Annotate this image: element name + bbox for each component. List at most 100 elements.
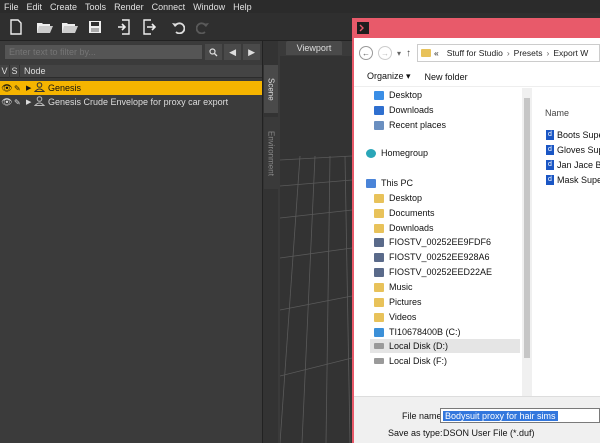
nav-item-label: Local Disk (F:) [389, 356, 448, 366]
crumb-export[interactable]: Export W [553, 48, 588, 58]
redo-icon[interactable] [192, 16, 214, 38]
nav-item-drive-f[interactable]: Local Disk (F:) [374, 354, 447, 368]
arrow-right-icon[interactable]: ▶ [243, 44, 260, 60]
nav-item-documents[interactable]: Documents [374, 206, 435, 220]
nav-item-pc-desktop[interactable]: Desktop [374, 191, 422, 205]
nav-item-label: FIOSTV_00252EED22AE [389, 267, 493, 277]
filter-input[interactable] [4, 44, 204, 60]
command-bar: Organize ▾ New folder [354, 67, 600, 87]
column-visible[interactable]: V [0, 64, 10, 78]
crumb-presets[interactable]: Presets [514, 48, 543, 58]
bone-icon[interactable]: ✎ [14, 84, 26, 93]
duf-file-icon: d [546, 144, 554, 155]
folder-icon [421, 49, 432, 57]
nav-item-pictures[interactable]: Pictures [374, 295, 422, 309]
crumb-overflow[interactable]: « [434, 48, 439, 58]
tab-environment[interactable]: Environment [264, 117, 278, 189]
nav-item-this-pc[interactable]: This PC [366, 176, 413, 190]
nav-item-recent[interactable]: Recent places [374, 118, 446, 132]
drive-icon [374, 358, 384, 364]
new-file-icon[interactable] [5, 16, 27, 38]
menu-tools[interactable]: Tools [85, 2, 106, 12]
save-type-label: Save as type: [388, 428, 443, 438]
nav-item-label: Local Disk (D:) [389, 341, 449, 351]
nav-item-desktop[interactable]: Desktop [374, 88, 422, 102]
expand-arrow-icon[interactable]: ▶ [26, 98, 34, 106]
filter-row: ◀ ▶ [4, 44, 260, 60]
recent-dropdown-icon[interactable]: ▾ [397, 49, 401, 58]
eye-icon[interactable]: 👁 [0, 97, 14, 108]
list-item[interactable]: d Boots Supe [546, 128, 600, 141]
up-icon[interactable]: ↑ [406, 48, 411, 59]
nav-item-videos[interactable]: Videos [374, 310, 416, 324]
address-box[interactable]: « Stuff for Studio › Presets › Export W [417, 44, 600, 62]
tree-row-genesis[interactable]: 👁 ✎ ▶ Genesis [0, 81, 262, 95]
export-icon[interactable] [138, 16, 160, 38]
nav-item-label: Videos [389, 312, 417, 322]
nav-item-label: This PC [381, 178, 414, 188]
crumb-stuff[interactable]: Stuff for Studio [447, 48, 503, 58]
windows-drive-icon [374, 327, 384, 337]
eye-icon[interactable]: 👁 [0, 83, 14, 94]
expand-arrow-icon[interactable]: ▶ [26, 84, 34, 92]
list-item[interactable]: d Gloves Sup [546, 143, 600, 156]
save-type-select[interactable]: DSON User File (*.duf) [440, 426, 600, 440]
tree-row-envelope[interactable]: 👁 ✎ ▶ Genesis Crude Envelope for proxy c… [0, 95, 262, 109]
save-icon[interactable] [84, 16, 106, 38]
list-item[interactable]: d Jan Jace Bo [546, 158, 600, 171]
duf-file-icon: d [546, 174, 554, 185]
nav-item-drive-d[interactable]: Local Disk (D:) [370, 339, 520, 353]
nav-item-label: FIOSTV_00252EE9FDF6 [389, 237, 492, 247]
list-item[interactable]: d Mask Super [546, 173, 600, 186]
media-server-icon [374, 267, 384, 277]
downloads-icon [374, 105, 384, 115]
open-folder-icon[interactable] [34, 16, 56, 38]
bone-icon[interactable]: ✎ [14, 98, 26, 107]
figure-icon [33, 95, 48, 109]
open-recent-icon[interactable] [59, 16, 81, 38]
menu-edit[interactable]: Edit [27, 2, 43, 12]
nav-item-downloads[interactable]: Downloads [374, 103, 434, 117]
nav-item-music[interactable]: Music [374, 280, 413, 294]
menu-help[interactable]: Help [233, 2, 252, 12]
search-icon[interactable] [205, 44, 223, 60]
side-tab-strip: Scene Environment [262, 41, 278, 443]
nav-item-fiostv-3[interactable]: FIOSTV_00252EED22AE [374, 265, 492, 279]
new-folder-button[interactable]: New folder [425, 72, 468, 82]
arrow-left-icon[interactable]: ◀ [224, 44, 242, 60]
forward-icon[interactable]: → [378, 46, 392, 60]
nav-item-label: Music [389, 282, 413, 292]
back-icon[interactable]: ← [359, 46, 373, 60]
menu-bar: File Edit Create Tools Render Connect Wi… [0, 0, 600, 13]
nav-item-label: Desktop [389, 90, 423, 100]
nav-item-label: Downloads [389, 223, 434, 233]
menu-window[interactable]: Window [193, 2, 225, 12]
column-node[interactable]: Node [20, 66, 46, 76]
desktop-icon [374, 90, 384, 100]
column-selectable[interactable]: S [10, 64, 20, 78]
viewport-canvas[interactable] [280, 56, 352, 443]
nav-item-homegroup[interactable]: Homegroup [366, 146, 428, 160]
import-icon[interactable] [113, 16, 135, 38]
tab-scene[interactable]: Scene [264, 65, 278, 113]
nav-item-label: FIOSTV_00252EE928A6 [389, 252, 490, 262]
file-name: Jan Jace Bo [557, 159, 600, 170]
file-name-field[interactable]: Bodysuit proxy for hair sims [440, 408, 600, 423]
nav-item-fiostv-2[interactable]: FIOSTV_00252EE928A6 [374, 250, 490, 264]
menu-connect[interactable]: Connect [152, 2, 186, 12]
export-dialog: ← → ▾ ↑ « Stuff for Studio › Presets › E… [352, 18, 600, 443]
nav-item-fiostv-1[interactable]: FIOSTV_00252EE9FDF6 [374, 235, 491, 249]
nav-item-label: Recent places [389, 120, 447, 130]
tab-viewport[interactable]: Viewport [286, 41, 342, 55]
file-name-label: File name: [402, 411, 445, 421]
nav-item-pc-downloads[interactable]: Downloads [374, 221, 434, 235]
menu-render[interactable]: Render [114, 2, 144, 12]
organize-button[interactable]: Organize ▾ [367, 71, 411, 82]
nav-item-drive-c[interactable]: TI10678400B (C:) [374, 325, 461, 339]
column-name[interactable]: Name [545, 108, 569, 118]
nav-scrollbar-thumb[interactable] [524, 98, 530, 358]
music-folder-icon [374, 282, 384, 292]
undo-icon[interactable] [167, 16, 189, 38]
menu-file[interactable]: File [4, 2, 19, 12]
menu-create[interactable]: Create [50, 2, 77, 12]
